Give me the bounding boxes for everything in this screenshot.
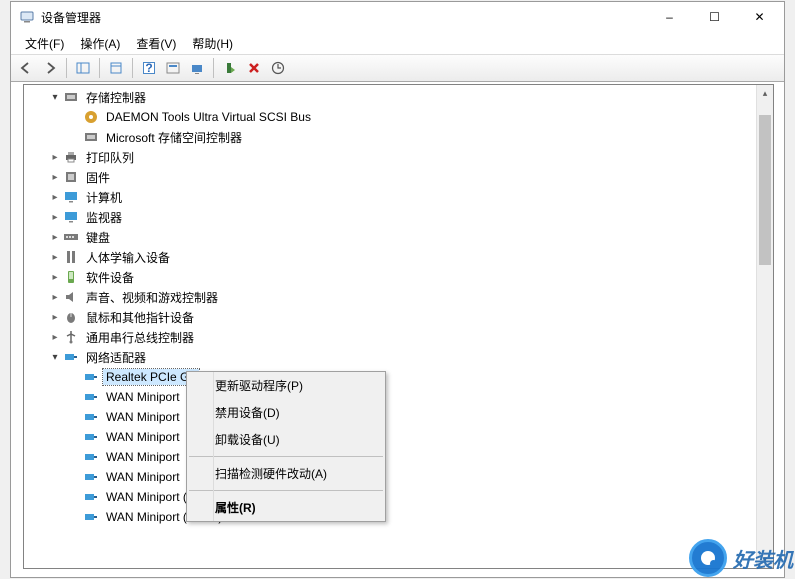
context-menu-disable-device[interactable]: 禁用设备(D) [187, 399, 385, 426]
chip-icon [63, 169, 79, 185]
tree-node-daemon-tools[interactable]: DAEMON Tools Ultra Virtual SCSI Bus [28, 107, 756, 127]
software-device-icon [63, 269, 79, 285]
tree-node-realtek-pcie[interactable]: Realtek PCIe Gb [28, 367, 756, 387]
hid-icon [63, 249, 79, 265]
storage-controller-icon [63, 89, 79, 105]
context-menu-scan-hardware[interactable]: 扫描检测硬件改动(A) [187, 460, 385, 487]
tree-node-computer[interactable]: ▸ 计算机 [28, 187, 756, 207]
svg-text:?: ? [145, 61, 152, 75]
uninstall-device-button[interactable] [243, 57, 265, 79]
tree-node-wan-miniport[interactable]: WAN Miniport [28, 387, 756, 407]
tree-node-keyboards[interactable]: ▸ 键盘 [28, 227, 756, 247]
app-icon [19, 9, 35, 25]
computer-icon [63, 189, 79, 205]
tree-node-wan-miniport-pptp[interactable]: WAN Miniport (PPTP) [28, 487, 756, 507]
tree-node-wan-miniport[interactable]: WAN Miniport [28, 447, 756, 467]
context-menu-properties[interactable]: 属性(R) [187, 494, 385, 521]
toolbar: ? [11, 54, 784, 82]
network-adapter-icon [83, 369, 99, 385]
enable-device-button[interactable] [219, 57, 241, 79]
chevron-right-icon[interactable]: ▸ [48, 290, 62, 304]
context-menu-uninstall-device[interactable]: 卸载设备(U) [187, 426, 385, 453]
update-driver-button[interactable] [267, 57, 289, 79]
chevron-right-icon[interactable]: ▸ [48, 330, 62, 344]
scrollbar-thumb[interactable] [759, 115, 771, 265]
properties-button[interactable] [105, 57, 127, 79]
network-adapter-icon [83, 429, 99, 445]
watermark: 好装机 [689, 539, 793, 577]
network-adapter-icon [83, 489, 99, 505]
show-hide-tree-button[interactable] [72, 57, 94, 79]
tree-node-wan-miniport-sstp[interactable]: WAN Miniport (SSTP) [28, 507, 756, 527]
speaker-icon [63, 289, 79, 305]
scan-hardware-button[interactable] [186, 57, 208, 79]
menu-help[interactable]: 帮助(H) [184, 33, 241, 54]
chevron-right-icon[interactable]: ▸ [48, 190, 62, 204]
tree-node-sound[interactable]: ▸ 声音、视频和游戏控制器 [28, 287, 756, 307]
watermark-text: 好装机 [733, 544, 793, 573]
chevron-down-icon[interactable]: ▾ [48, 350, 62, 364]
disc-icon [83, 109, 99, 125]
tree-node-wan-miniport[interactable]: WAN Miniport [28, 427, 756, 447]
close-button[interactable]: ✕ [737, 3, 782, 31]
back-button[interactable] [15, 57, 37, 79]
chevron-right-icon[interactable]: ▸ [48, 250, 62, 264]
help-button[interactable]: ? [138, 57, 160, 79]
chevron-right-icon[interactable]: ▸ [48, 210, 62, 224]
tree-node-monitors[interactable]: ▸ 监视器 [28, 207, 756, 227]
tree-node-network-adapters[interactable]: ▾ 网络适配器 [28, 347, 756, 367]
action-button[interactable] [162, 57, 184, 79]
menubar: 文件(F) 操作(A) 查看(V) 帮助(H) [11, 32, 784, 54]
menu-view[interactable]: 查看(V) [128, 33, 184, 54]
menu-file[interactable]: 文件(F) [17, 33, 72, 54]
tree-node-wan-miniport[interactable]: WAN Miniport [28, 467, 756, 487]
network-adapter-icon [83, 469, 99, 485]
network-adapter-icon [83, 409, 99, 425]
chevron-right-icon[interactable]: ▸ [48, 150, 62, 164]
chevron-right-icon[interactable]: ▸ [48, 270, 62, 284]
chevron-down-icon[interactable]: ▾ [48, 90, 62, 104]
context-menu-update-driver[interactable]: 更新驱动程序(P) [187, 372, 385, 399]
network-adapter-icon [83, 509, 99, 525]
device-tree-panel: ▾ 存储控制器 DAEMON Tools Ultra Virtual SCSI … [23, 84, 774, 569]
tree-node-firmware[interactable]: ▸ 固件 [28, 167, 756, 187]
chevron-right-icon[interactable]: ▸ [48, 310, 62, 324]
tree-node-print-queues[interactable]: ▸ 打印队列 [28, 147, 756, 167]
window-title: 设备管理器 [41, 9, 647, 26]
printer-icon [63, 149, 79, 165]
keyboard-icon [63, 229, 79, 245]
tree-node-software-devices[interactable]: ▸ 软件设备 [28, 267, 756, 287]
titlebar[interactable]: 设备管理器 – ☐ ✕ [11, 2, 784, 32]
vertical-scrollbar[interactable]: ▴ ▾ [756, 85, 773, 568]
chevron-right-icon[interactable]: ▸ [48, 170, 62, 184]
storage-controller-icon [83, 129, 99, 145]
scroll-up-icon[interactable]: ▴ [757, 85, 773, 102]
watermark-logo-icon [689, 539, 727, 577]
menu-action[interactable]: 操作(A) [72, 33, 128, 54]
minimize-button[interactable]: – [647, 3, 692, 31]
network-adapter-icon [83, 389, 99, 405]
maximize-button[interactable]: ☐ [692, 3, 737, 31]
tree-node-mice[interactable]: ▸ 鼠标和其他指针设备 [28, 307, 756, 327]
context-menu: 更新驱动程序(P) 禁用设备(D) 卸载设备(U) 扫描检测硬件改动(A) 属性… [186, 371, 386, 522]
network-adapter-icon [63, 349, 79, 365]
tree-node-storage-controllers[interactable]: ▾ 存储控制器 [28, 87, 756, 107]
tree-node-ms-storage-spaces[interactable]: Microsoft 存储空间控制器 [28, 127, 756, 147]
mouse-icon [63, 309, 79, 325]
tree-node-hid[interactable]: ▸ 人体学输入设备 [28, 247, 756, 267]
network-adapter-icon [83, 449, 99, 465]
usb-icon [63, 329, 79, 345]
chevron-right-icon[interactable]: ▸ [48, 230, 62, 244]
tree-node-wan-miniport[interactable]: WAN Miniport [28, 407, 756, 427]
device-manager-window: 设备管理器 – ☐ ✕ 文件(F) 操作(A) 查看(V) 帮助(H) ? ▾ [10, 1, 785, 578]
tree-node-usb[interactable]: ▸ 通用串行总线控制器 [28, 327, 756, 347]
monitor-icon [63, 209, 79, 225]
forward-button[interactable] [39, 57, 61, 79]
device-tree[interactable]: ▾ 存储控制器 DAEMON Tools Ultra Virtual SCSI … [24, 85, 756, 568]
